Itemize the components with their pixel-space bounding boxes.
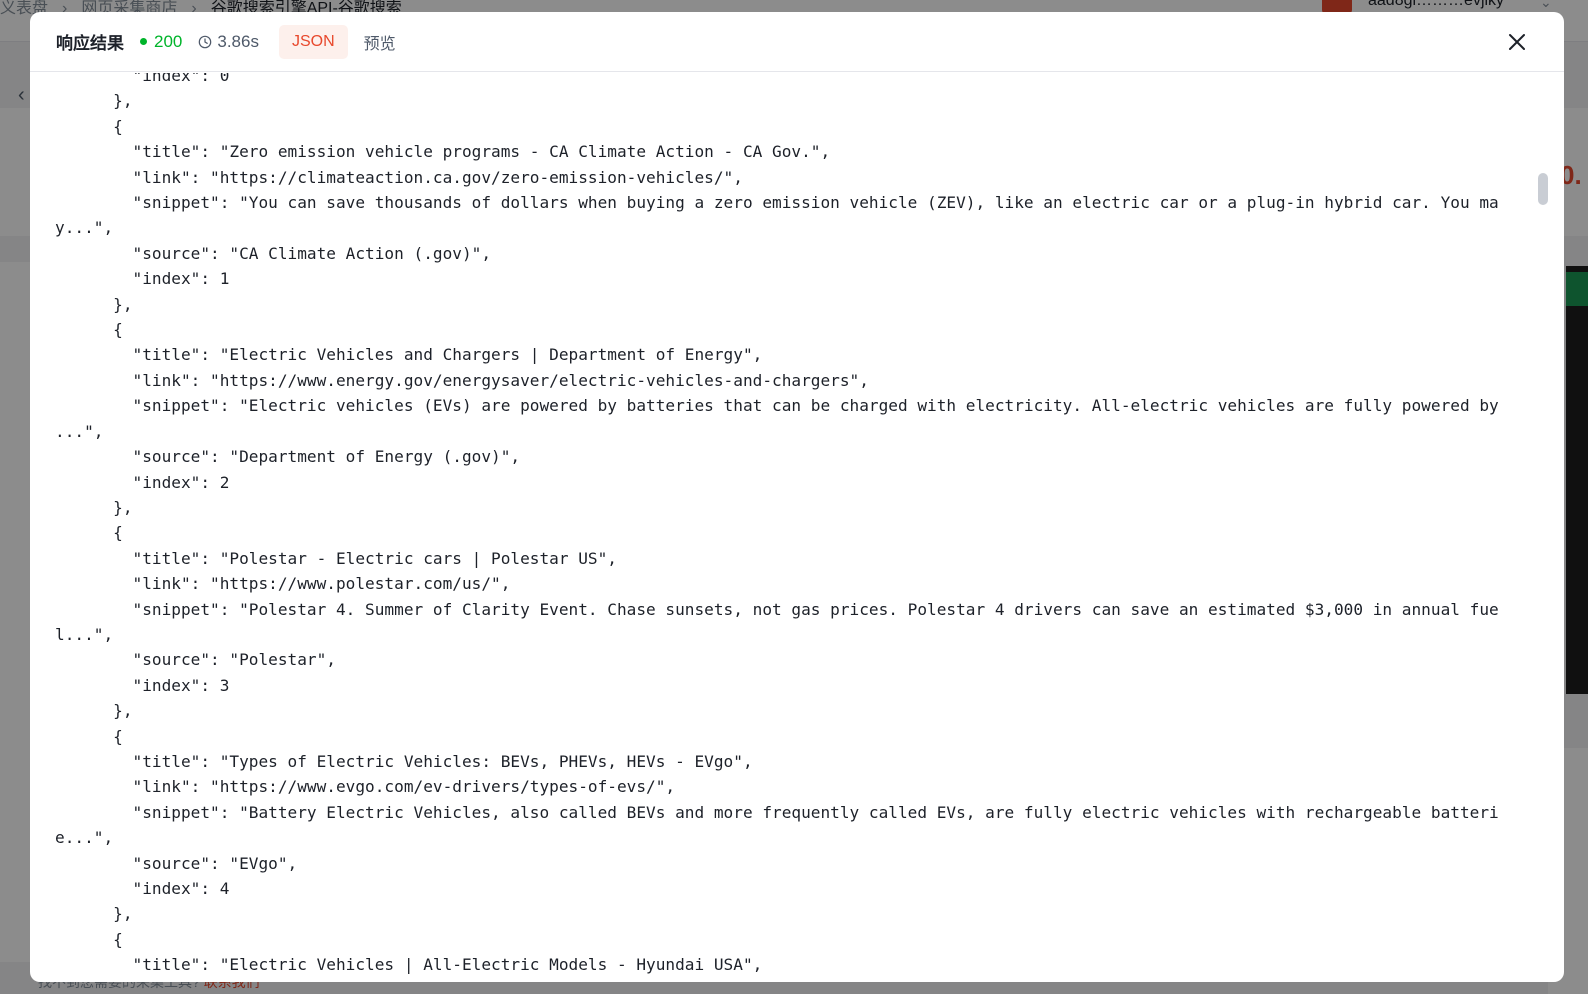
json-viewer[interactable]: "index": 0 }, { "title": "Zero emission … xyxy=(30,73,1564,982)
response-time: 3.86s xyxy=(198,32,259,52)
status-dot-icon xyxy=(140,38,147,45)
response-modal: 响应结果 200 3.86s JSON 预览 "index": 0 }, { "… xyxy=(30,12,1564,982)
close-icon[interactable] xyxy=(1506,31,1528,53)
modal-header: 响应结果 200 3.86s JSON 预览 xyxy=(30,12,1564,72)
modal-title: 响应结果 xyxy=(56,34,124,53)
scrollbar-thumb[interactable] xyxy=(1538,173,1548,205)
json-code: "index": 0 }, { "title": "Zero emission … xyxy=(55,73,1499,975)
duration-text: 3.86s xyxy=(217,31,259,51)
tab-preview[interactable]: 预览 xyxy=(350,25,410,59)
status-badge: 200 xyxy=(140,32,182,52)
status-code: 200 xyxy=(154,31,183,51)
tab-json[interactable]: JSON xyxy=(278,24,348,59)
clock-icon xyxy=(199,35,212,48)
